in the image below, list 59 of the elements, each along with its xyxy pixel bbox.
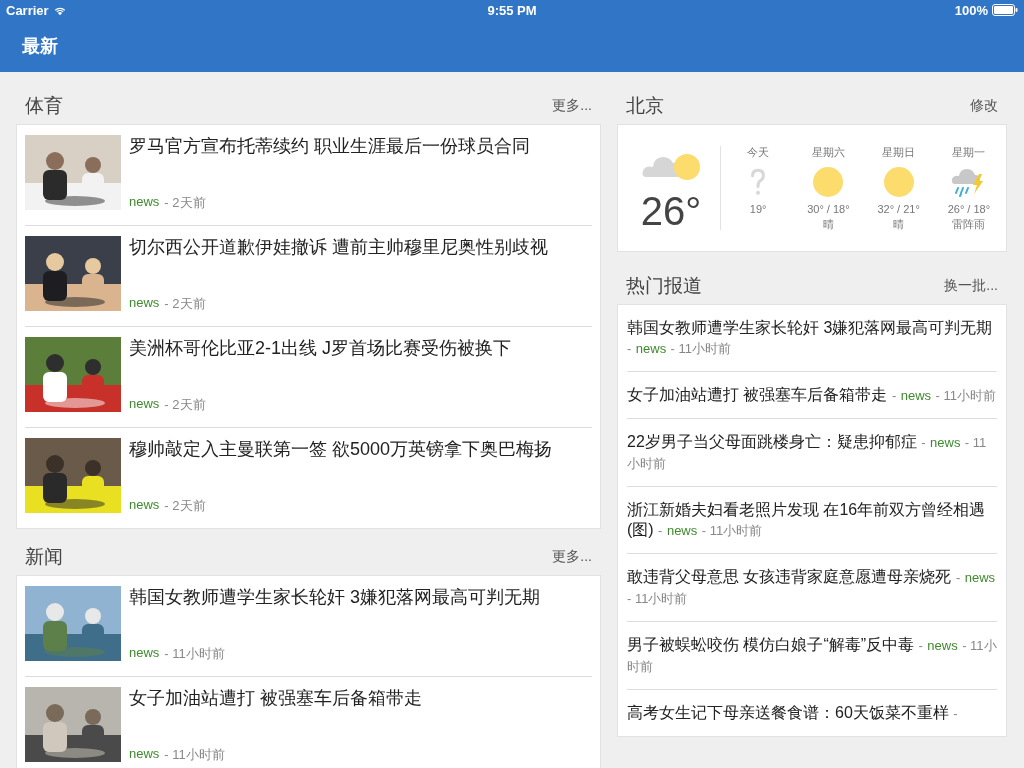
edit-link[interactable]: 修改 xyxy=(970,97,998,115)
sun-icon xyxy=(813,166,844,197)
source-label: news xyxy=(129,396,160,413)
refresh-link[interactable]: 换一批... xyxy=(944,277,998,295)
battery-icon xyxy=(992,4,1018,16)
time-label: - 11小时前 xyxy=(164,645,225,663)
section-title: 体育 xyxy=(25,94,63,118)
condition-label: 晴 xyxy=(822,216,834,232)
time-label: - 2天前 xyxy=(164,295,206,313)
more-link[interactable]: 更多... xyxy=(552,548,592,566)
time-label: - 2天前 xyxy=(164,497,206,515)
condition-label: 晴 xyxy=(893,216,905,232)
headline-link[interactable]: 22岁男子当父母面跳楼身亡：疑患抑郁症 - news - 11小时前 xyxy=(627,432,997,474)
section-title: 新闻 xyxy=(25,545,63,569)
current-temperature: 26° xyxy=(640,189,702,233)
source-label: news xyxy=(129,194,160,211)
headline: 美洲杯哥伦比亚2-1出线 J罗首场比赛受伤被换下 xyxy=(129,337,512,359)
headline-link[interactable]: 高考女生记下母亲送餐食谱：60天饭菜不重样 - xyxy=(627,703,997,724)
city-title: 北京 xyxy=(626,94,664,118)
time-label: - 11小时前 xyxy=(164,746,225,764)
temperature-range: 30° / 18° xyxy=(807,202,850,215)
headline-link[interactable]: 敢违背父母意思 女孩违背家庭意愿遭母亲烧死 - news - 11小时前 xyxy=(627,567,997,609)
day-label: 星期一 xyxy=(952,144,986,160)
headline: 女子加油站遭打 被强塞车后备箱带走 xyxy=(129,687,422,709)
condition-label: 雷阵雨 xyxy=(952,216,986,232)
news-item[interactable]: 美洲杯哥伦比亚2-1出线 J罗首场比赛受伤被换下 news - 2天前 xyxy=(25,327,592,428)
sun-icon xyxy=(883,166,914,197)
day-label: 今天 xyxy=(747,144,770,160)
clock-label: 9:55 PM xyxy=(487,2,537,18)
source-label: news xyxy=(129,497,160,514)
source-label: news xyxy=(129,746,160,763)
temperature-range: 26° / 18° xyxy=(947,202,991,215)
headline-link[interactable]: 韩国女教师遭学生家长轮奸 3嫌犯落网最高可判无期 - news - 11小时前 xyxy=(627,318,997,359)
source-label: news xyxy=(129,295,160,312)
headline: 切尔西公开道歉伊娃撤诉 遭前主帅穆里尼奥性别歧视 xyxy=(129,236,548,258)
news-item[interactable]: 切尔西公开道歉伊娃撤诉 遭前主帅穆里尼奥性别歧视 news - 2天前 xyxy=(25,226,592,327)
section-title: 热门报道 xyxy=(626,274,702,298)
news-item[interactable]: 罗马官方宣布托蒂续约 职业生涯最后一份球员合同 news - 2天前 xyxy=(25,125,592,226)
page-title: 最新 xyxy=(22,35,58,58)
headline-link[interactable]: 女子加油站遭打 被强塞车后备箱带走 - news - 11小时前 xyxy=(627,385,997,406)
source-label: news xyxy=(129,645,160,662)
headline-link[interactable]: 浙江新婚夫妇看老照片发现 在16年前双方曾经相遇(图) - news - 11小时前 xyxy=(627,500,997,541)
headline: 罗马官方宣布托蒂续约 职业生涯最后一份球员合同 xyxy=(129,135,530,157)
day-label: 星期六 xyxy=(811,144,845,160)
temperature-range: 32° / 21° xyxy=(877,202,920,215)
carrier-label: Carrier xyxy=(6,2,49,18)
question-mark-icon xyxy=(749,166,768,197)
day-label: 星期日 xyxy=(882,144,916,160)
news-item[interactable]: 韩国女教师遭学生家长轮奸 3嫌犯落网最高可判无期 news - 11小时前 xyxy=(25,576,592,677)
time-label: - 2天前 xyxy=(164,194,206,212)
more-link[interactable]: 更多... xyxy=(552,97,592,115)
time-label: - 2天前 xyxy=(164,396,206,414)
news-item[interactable]: 穆帅敲定入主曼联第一签 欲5000万英镑拿下奥巴梅扬 news - 2天前 xyxy=(25,428,592,528)
battery-label: 100% xyxy=(954,2,988,18)
headline-link[interactable]: 男子被蜈蚣咬伤 模仿白娘子“解毒”反中毒 - news - 11小时前 xyxy=(627,635,997,677)
news-item[interactable]: 女子加油站遭打 被强塞车后备箱带走 news - 11小时前 xyxy=(25,677,592,768)
headline: 韩国女教师遭学生家长轮奸 3嫌犯落网最高可判无期 xyxy=(129,586,540,608)
temperature-range: 19° xyxy=(749,202,767,215)
headline: 穆帅敲定入主曼联第一签 欲5000万英镑拿下奥巴梅扬 xyxy=(129,438,553,460)
